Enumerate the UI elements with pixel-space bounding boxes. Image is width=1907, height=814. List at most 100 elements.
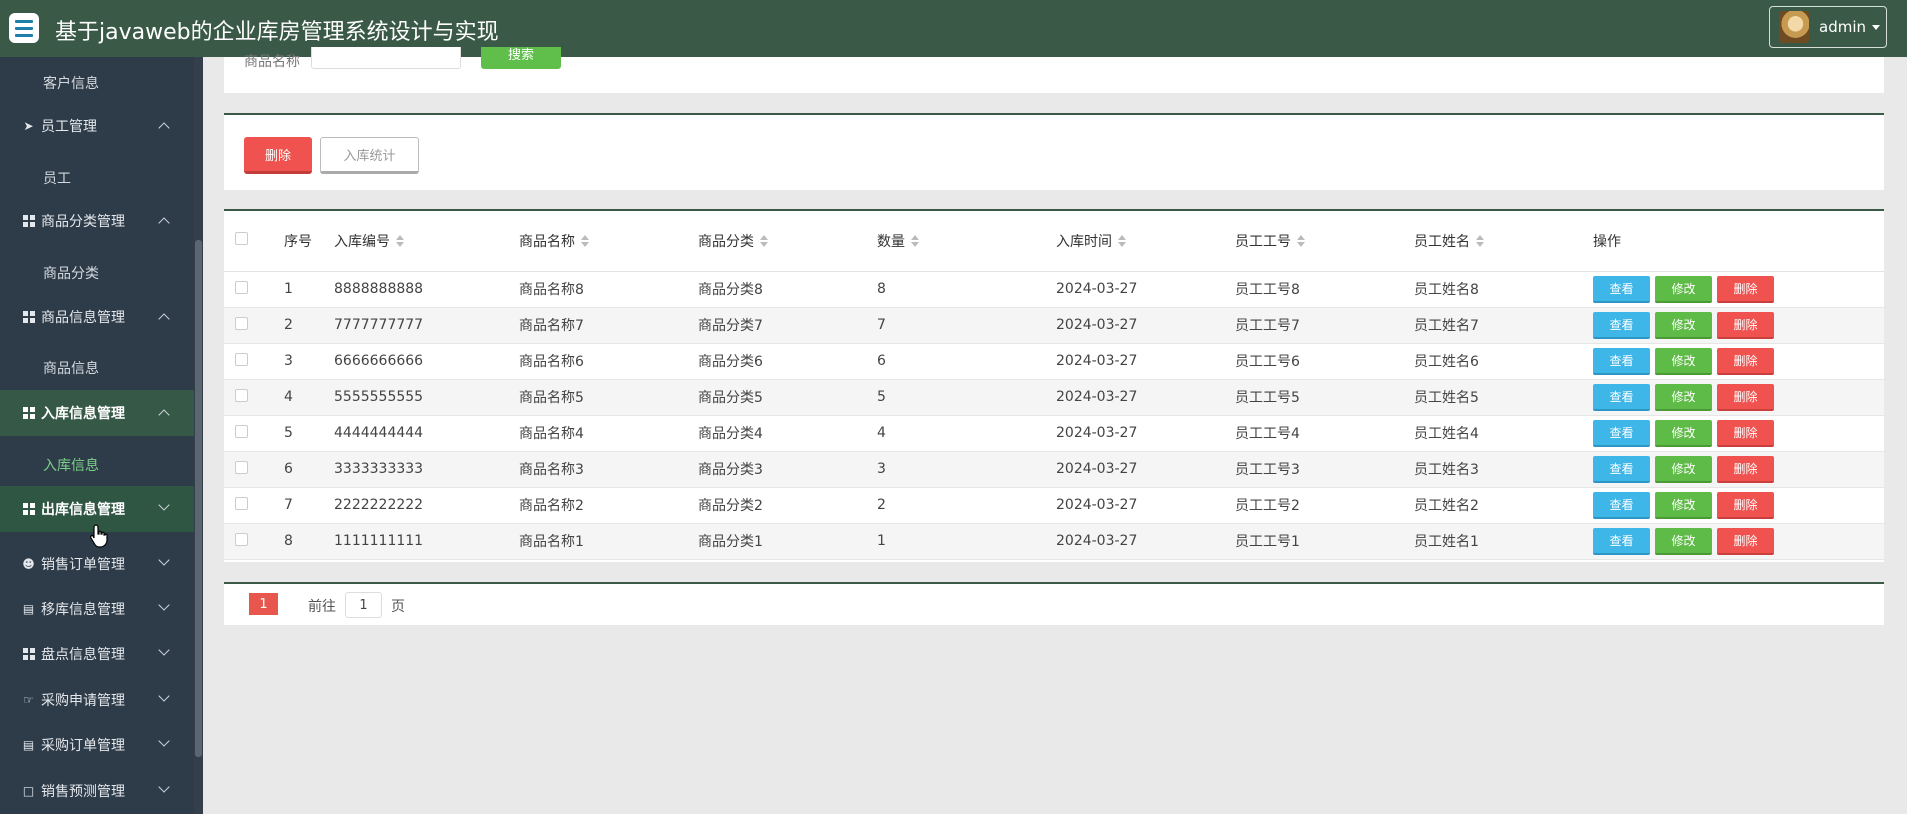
delete-button[interactable]: 删除	[1717, 275, 1774, 303]
sidebar-item-customer-info[interactable]: 客户信息	[0, 63, 194, 103]
grid-icon	[22, 503, 35, 516]
edit-button[interactable]: 修改	[1655, 419, 1712, 447]
sidebar-group-product[interactable]: 商品信息管理	[0, 294, 194, 340]
delete-button[interactable]: 删除	[1717, 455, 1774, 483]
row-checkbox[interactable]	[235, 280, 248, 294]
sidebar-group-category[interactable]: 商品分类管理	[0, 198, 194, 244]
view-button[interactable]: 查看	[1593, 311, 1650, 339]
row-checkbox[interactable]	[235, 496, 248, 510]
page-number-current[interactable]: 1	[249, 593, 278, 615]
sidebar-item-staff[interactable]: 员工	[0, 158, 194, 198]
view-button[interactable]: 查看	[1593, 275, 1650, 303]
cell-inbound-no: 2222222222	[334, 497, 424, 513]
edit-button[interactable]: 修改	[1655, 347, 1712, 375]
cell-inbound-time: 2024-03-27	[1056, 353, 1138, 369]
sort-icon[interactable]	[1476, 234, 1484, 247]
table-row[interactable]: 8 1111111111 商品名称1 商品分类1 1 2024-03-27 员工工号1 员工姓…	[224, 523, 1884, 559]
sidebar-group-purchase-request[interactable]: ☞ 采购申请管理	[0, 677, 194, 723]
delete-button[interactable]: 删除	[1717, 311, 1774, 339]
edit-button[interactable]: 修改	[1655, 311, 1712, 339]
col-header-inbound-time[interactable]: 入库时间	[1056, 211, 1235, 271]
inbound-stats-button[interactable]: 入库统计	[320, 137, 419, 174]
sidebar-item-inbound[interactable]: 入库信息	[0, 445, 194, 485]
cell-inbound-time: 2024-03-27	[1056, 317, 1138, 333]
view-button[interactable]: 查看	[1593, 383, 1650, 411]
delete-button[interactable]: 删除	[1717, 527, 1774, 555]
col-header-inbound-no[interactable]: 入库编号	[334, 211, 519, 271]
cell-staff-no: 员工工号2	[1235, 498, 1300, 514]
table-row[interactable]: 3 6666666666 商品名称6 商品分类6 6 2024-03-27 员工工号6 员工姓…	[224, 343, 1884, 379]
sort-icon[interactable]	[1118, 234, 1126, 247]
sort-icon[interactable]	[581, 234, 589, 247]
sidebar-item-category[interactable]: 商品分类	[0, 253, 194, 293]
delete-button[interactable]: 删除	[1717, 491, 1774, 519]
goto-page-input[interactable]: 1	[345, 592, 382, 618]
table-row[interactable]: 2 7777777777 商品名称7 商品分类7 7 2024-03-27 员工工号7 员工姓…	[224, 307, 1884, 343]
sidebar-group-staff[interactable]: ➤ 员工管理	[0, 103, 194, 149]
sort-icon[interactable]	[396, 234, 404, 247]
chevron-down-icon	[158, 499, 170, 511]
view-button[interactable]: 查看	[1593, 491, 1650, 519]
user-menu-button[interactable]: admin	[1769, 6, 1887, 48]
cell-index: 4	[284, 389, 293, 405]
sidebar-group-inbound[interactable]: 入库信息管理	[0, 390, 194, 436]
row-checkbox[interactable]	[235, 532, 248, 546]
col-header-staff-name[interactable]: 员工姓名	[1414, 211, 1593, 271]
table-row[interactable]: 6 3333333333 商品名称3 商品分类3 3 2024-03-27 员工工号3 员工姓…	[224, 451, 1884, 487]
table-row[interactable]: 1 8888888888 商品名称8 商品分类8 8 2024-03-27 员工工号8 员工姓…	[224, 271, 1884, 307]
chevron-up-icon	[158, 409, 170, 421]
col-header-quantity[interactable]: 数量	[877, 211, 1056, 271]
col-header-staff-no[interactable]: 员工工号	[1235, 211, 1414, 271]
edit-button[interactable]: 修改	[1655, 491, 1712, 519]
sidebar-group-sales-forecast[interactable]: □ 销售预测管理	[0, 768, 194, 814]
edit-button[interactable]: 修改	[1655, 455, 1712, 483]
row-checkbox[interactable]	[235, 460, 248, 474]
view-button[interactable]: 查看	[1593, 347, 1650, 375]
sidebar-group-transfer[interactable]: ▤ 移库信息管理	[0, 586, 194, 632]
view-button[interactable]: 查看	[1593, 527, 1650, 555]
edit-button[interactable]: 修改	[1655, 527, 1712, 555]
cell-inbound-time: 2024-03-27	[1056, 389, 1138, 405]
chevron-up-icon	[158, 122, 170, 134]
table-row[interactable]: 5 4444444444 商品名称4 商品分类4 4 2024-03-27 员工工号4 员工姓…	[224, 415, 1884, 451]
cell-index: 7	[284, 497, 293, 513]
sidebar-group-inventory-check[interactable]: 盘点信息管理	[0, 631, 194, 677]
bulk-delete-button[interactable]: 删除	[244, 137, 312, 174]
sidebar-group-label: 销售预测管理	[41, 784, 125, 800]
row-checkbox[interactable]	[235, 388, 248, 402]
delete-button[interactable]: 删除	[1717, 419, 1774, 447]
sidebar-item-product[interactable]: 商品信息	[0, 348, 194, 388]
sort-icon[interactable]	[760, 234, 768, 247]
sidebar-group-label: 商品信息管理	[41, 310, 125, 326]
edit-button[interactable]: 修改	[1655, 275, 1712, 303]
sidebar-group-label: 员工管理	[41, 119, 97, 135]
edit-button[interactable]: 修改	[1655, 383, 1712, 411]
col-header-category[interactable]: 商品分类	[698, 211, 877, 271]
search-input[interactable]	[311, 47, 461, 69]
cell-index: 8	[284, 533, 293, 549]
search-button[interactable]: 搜索	[481, 47, 561, 69]
menu-toggle-icon[interactable]	[9, 13, 39, 43]
sidebar-scrollbar[interactable]	[195, 240, 202, 757]
row-checkbox[interactable]	[235, 424, 248, 438]
col-header-label: 员工工号	[1235, 233, 1291, 250]
chevron-up-icon	[158, 313, 170, 325]
delete-button[interactable]: 删除	[1717, 383, 1774, 411]
row-checkbox[interactable]	[235, 352, 248, 366]
clipboard-icon: ▤	[22, 602, 35, 616]
goto-suffix: 页	[391, 599, 405, 615]
sidebar-group-purchase-order[interactable]: ▤ 采购订单管理	[0, 722, 194, 768]
table-row[interactable]: 4 5555555555 商品名称5 商品分类5 5 2024-03-27 员工工号5 员工姓…	[224, 379, 1884, 415]
col-header-product-name[interactable]: 商品名称	[519, 211, 698, 271]
view-button[interactable]: 查看	[1593, 419, 1650, 447]
row-checkbox[interactable]	[235, 316, 248, 330]
cell-staff-no: 员工工号7	[1235, 318, 1300, 334]
sort-icon[interactable]	[1297, 234, 1305, 247]
select-all-checkbox[interactable]	[235, 232, 248, 246]
view-button[interactable]: 查看	[1593, 455, 1650, 483]
cell-inbound-no: 7777777777	[334, 317, 424, 333]
table-row[interactable]: 7 2222222222 商品名称2 商品分类2 2 2024-03-27 员工工号2 员工姓…	[224, 487, 1884, 523]
delete-button[interactable]: 删除	[1717, 347, 1774, 375]
sort-icon[interactable]	[911, 234, 919, 247]
sidebar-group-label: 出库信息管理	[41, 502, 125, 518]
